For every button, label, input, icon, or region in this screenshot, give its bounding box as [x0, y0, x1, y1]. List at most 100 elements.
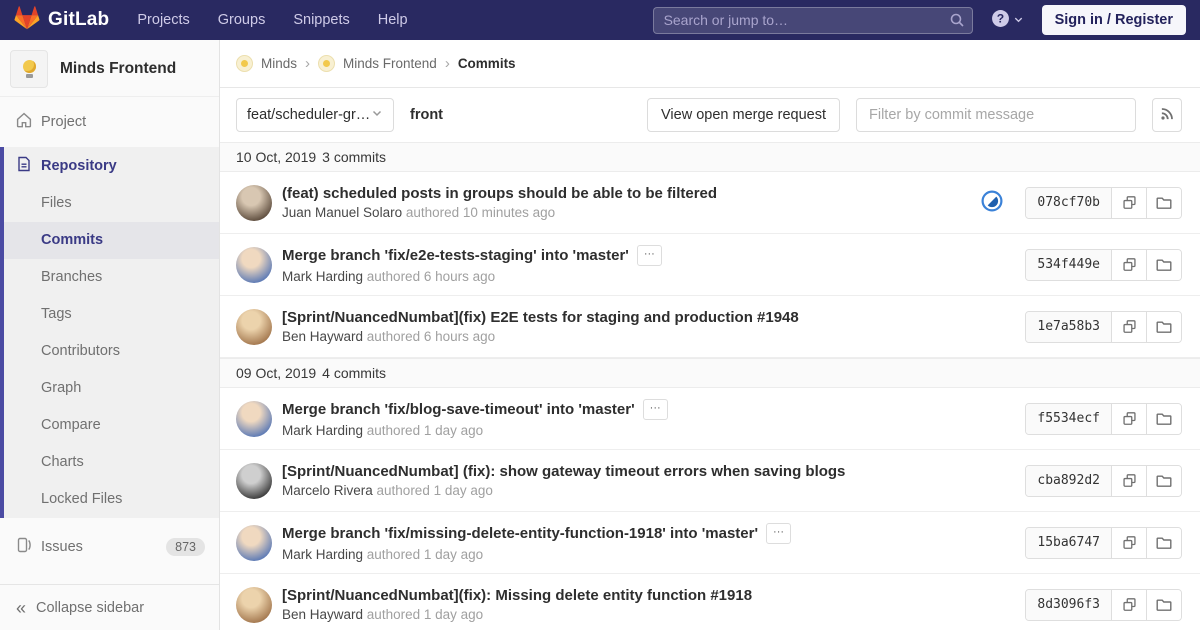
expand-commit-description-button[interactable]: ··· [642, 399, 668, 420]
sidebar-item-issues[interactable]: Issues 873 [0, 528, 219, 566]
sidebar-item-project[interactable]: Project [0, 103, 219, 141]
copy-sha-button[interactable] [1111, 403, 1146, 434]
browse-files-button[interactable] [1146, 589, 1181, 620]
browse-files-button[interactable] [1146, 249, 1181, 280]
commit-sha[interactable]: 15ba6747 [1026, 527, 1111, 558]
commit-sha[interactable]: cba892d2 [1026, 465, 1111, 496]
commit-authored-time: authored 1 day ago [363, 607, 484, 622]
commit-title-row: Merge branch 'fix/e2e-tests-staging' int… [282, 245, 1009, 266]
commit-title-link[interactable]: Merge branch 'fix/missing-delete-entity-… [282, 525, 758, 542]
expand-commit-description-button[interactable]: ··· [766, 523, 792, 544]
commit-author-link[interactable]: Mark Harding [282, 269, 363, 284]
copy-sha-button[interactable] [1111, 187, 1146, 218]
commit-author-link[interactable]: Ben Hayward [282, 329, 363, 344]
sidebar-item-graph[interactable]: Graph [4, 370, 219, 407]
commit-author-link[interactable]: Marcelo Rivera [282, 483, 373, 498]
commit-title-link[interactable]: [Sprint/NuancedNumbat] (fix): show gatew… [282, 463, 845, 480]
folder-icon [1156, 599, 1172, 611]
chevron-right-icon: › [305, 55, 311, 72]
sidebar-item-files[interactable]: Files [4, 185, 219, 222]
browse-files-button[interactable] [1146, 403, 1181, 434]
copy-sha-button[interactable] [1111, 589, 1146, 620]
pipeline-status-running-icon[interactable] [981, 190, 1003, 215]
commits-toolbar: feat/scheduler-gr… front View open merge… [220, 88, 1200, 142]
help-menu[interactable]: ? [991, 9, 1024, 31]
copy-sha-button[interactable] [1111, 249, 1146, 280]
commit-title-link[interactable]: [Sprint/NuancedNumbat](fix) E2E tests fo… [282, 309, 799, 326]
view-open-merge-request-button[interactable]: View open merge request [647, 98, 840, 132]
commit-sha[interactable]: 1e7a58b3 [1026, 311, 1111, 342]
commit-author-link[interactable]: Mark Harding [282, 423, 363, 438]
author-avatar[interactable] [236, 308, 272, 345]
sidebar-item-branches[interactable]: Branches [4, 259, 219, 296]
copy-sha-button[interactable] [1111, 465, 1146, 496]
sidebar-section-repository: Repository Files Commits Branches Tags Contr… [0, 147, 219, 518]
commit-main: [Sprint/NuancedNumbat](fix) E2E tests fo… [282, 309, 1009, 344]
main-content: Minds › Minds Frontend › Commits feat/schedu… [220, 40, 1200, 630]
author-avatar[interactable] [236, 400, 272, 437]
commit-sha[interactable]: 534f449e [1026, 249, 1111, 280]
commit-title-link[interactable]: [Sprint/NuancedNumbat](fix): Missing del… [282, 587, 752, 604]
commit-sha[interactable]: f5534ecf [1026, 403, 1111, 434]
gitlab-logo[interactable]: GitLab [14, 6, 109, 34]
author-avatar[interactable] [236, 246, 272, 283]
sidebar-item-compare[interactable]: Compare [4, 407, 219, 444]
commit-sha-group: 15ba6747 [1025, 526, 1182, 559]
expand-commit-description-button[interactable]: ··· [636, 245, 662, 266]
commit-row: [Sprint/NuancedNumbat](fix): Missing del… [220, 574, 1200, 630]
issues-icon [16, 537, 32, 557]
sidebar-item-contributors[interactable]: Contributors [4, 333, 219, 370]
navbar-item-snippets[interactable]: Snippets [293, 12, 349, 28]
navbar-item-groups[interactable]: Groups [218, 12, 266, 28]
copy-icon [1122, 474, 1136, 487]
commit-sha-group: 534f449e [1025, 248, 1182, 281]
browse-files-button[interactable] [1146, 465, 1181, 496]
commit-author-link[interactable]: Juan Manuel Solaro [282, 205, 402, 220]
issues-count-badge: 873 [166, 538, 205, 556]
search-icon[interactable] [949, 12, 965, 31]
commit-row: [Sprint/NuancedNumbat] (fix): show gatew… [220, 450, 1200, 512]
collapse-sidebar-button[interactable]: « Collapse sidebar [0, 584, 219, 630]
commit-title-link[interactable]: Merge branch 'fix/e2e-tests-staging' int… [282, 247, 629, 264]
sidebar-item-commits[interactable]: Commits [4, 222, 219, 259]
browse-files-button[interactable] [1146, 311, 1181, 342]
copy-sha-button[interactable] [1111, 527, 1146, 558]
project-context-header[interactable]: Minds Frontend [0, 40, 219, 97]
global-search [652, 6, 973, 34]
sidebar-item-tags[interactable]: Tags [4, 296, 219, 333]
copy-icon [1122, 598, 1136, 611]
rss-feed-button[interactable] [1152, 98, 1182, 132]
breadcrumb-label: Minds [261, 56, 298, 71]
filter-commits-input[interactable] [856, 98, 1136, 132]
commit-title-row: [Sprint/NuancedNumbat](fix) E2E tests fo… [282, 309, 1009, 326]
navbar-item-projects[interactable]: Projects [137, 12, 189, 28]
commit-main: Merge branch 'fix/blog-save-timeout' int… [282, 399, 1009, 438]
sidebar-item-charts[interactable]: Charts [4, 444, 219, 481]
author-avatar[interactable] [236, 586, 272, 623]
author-avatar[interactable] [236, 524, 272, 561]
copy-sha-button[interactable] [1111, 311, 1146, 342]
gitlab-tanuki-icon [14, 6, 40, 34]
breadcrumb-item-minds[interactable]: Minds [236, 55, 297, 72]
commit-sha[interactable]: 078cf70b [1026, 187, 1111, 218]
commit-actions: 1e7a58b3 [1025, 310, 1182, 343]
project-avatar [10, 50, 48, 88]
branch-selector-dropdown[interactable]: feat/scheduler-gr… [236, 98, 394, 132]
sign-in-button[interactable]: Sign in / Register [1041, 5, 1186, 35]
sidebar-item-label: Issues [41, 539, 83, 555]
sidebar-item-locked-files[interactable]: Locked Files [4, 481, 219, 518]
commit-sha[interactable]: 8d3096f3 [1026, 589, 1111, 620]
commit-title-link[interactable]: (feat) scheduled posts in groups should … [282, 185, 717, 202]
commit-title-link[interactable]: Merge branch 'fix/blog-save-timeout' int… [282, 401, 635, 418]
commit-author-link[interactable]: Ben Hayward [282, 607, 363, 622]
sidebar-item-repository[interactable]: Repository [4, 147, 219, 185]
author-avatar[interactable] [236, 462, 272, 499]
navbar-item-help[interactable]: Help [378, 12, 408, 28]
browse-files-button[interactable] [1146, 527, 1181, 558]
commit-author-link[interactable]: Mark Harding [282, 547, 363, 562]
breadcrumb-item-commits: Commits [458, 56, 516, 71]
breadcrumb-item-minds-frontend[interactable]: Minds Frontend [318, 55, 437, 72]
search-input[interactable] [652, 6, 973, 34]
browse-files-button[interactable] [1146, 187, 1181, 218]
author-avatar[interactable] [236, 184, 272, 221]
